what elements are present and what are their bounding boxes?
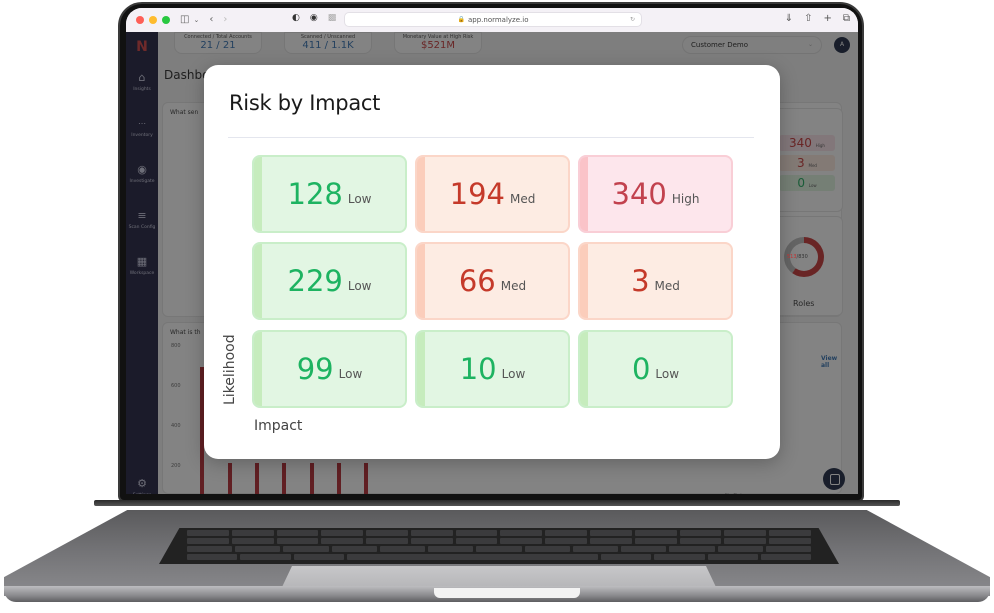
laptop-base: [4, 500, 990, 602]
chevron-down-icon[interactable]: ⌄: [193, 16, 199, 24]
privacy-icon[interactable]: ◉: [310, 14, 318, 23]
laptop-screen: ◫ ⌄ ‹ › ◐ ◉ ▩ 🔒 app.normalyze.io ↻ ⇓ ⇧ +…: [126, 8, 858, 494]
shield-icon[interactable]: ◐: [292, 14, 300, 23]
donut-value: 513/830: [787, 254, 808, 260]
risk-cell[interactable]: 340 High: [578, 155, 733, 233]
new-tab-icon[interactable]: +: [823, 14, 831, 24]
modal-title: Risk by Impact: [229, 91, 381, 115]
laptop-mockup: ◫ ⌄ ‹ › ◐ ◉ ▩ 🔒 app.normalyze.io ↻ ⇓ ⇧ +…: [0, 0, 994, 613]
risk-by-impact-modal: Risk by Impact 128 Low 194 Med 340 High 229…: [204, 65, 780, 459]
risk-cell[interactable]: 10 Low: [415, 330, 570, 408]
x-axis-label: Impact: [254, 418, 303, 434]
share-icon[interactable]: ⇧: [804, 14, 812, 24]
risk-cell[interactable]: 0 Low: [578, 330, 733, 408]
laptop-deck: [4, 510, 990, 596]
risk-cell[interactable]: 128 Low: [252, 155, 407, 233]
risk-cell[interactable]: 66 Med: [415, 242, 570, 320]
download-icon[interactable]: ⇓: [785, 14, 793, 24]
lid-notch: [434, 588, 580, 598]
risk-cell[interactable]: 194 Med: [415, 155, 570, 233]
browser-toolbar: ◫ ⌄ ‹ › ◐ ◉ ▩ 🔒 app.normalyze.io ↻ ⇓ ⇧ +…: [126, 8, 858, 32]
url-text: app.normalyze.io: [467, 15, 529, 24]
y-axis-label: Likelihood: [222, 334, 238, 405]
divider: [228, 137, 754, 138]
keyboard: [159, 528, 839, 564]
sidebar-icon[interactable]: ◫: [180, 15, 189, 25]
risk-cell[interactable]: 99 Low: [252, 330, 407, 408]
tabs-icon[interactable]: ⧉: [843, 14, 850, 24]
reader-icon[interactable]: ▩: [328, 14, 337, 23]
address-bar[interactable]: 🔒 app.normalyze.io ↻: [344, 12, 642, 27]
reload-icon[interactable]: ↻: [630, 16, 635, 23]
lock-icon: 🔒: [457, 16, 465, 23]
forward-icon[interactable]: ›: [223, 15, 227, 25]
risk-matrix: 128 Low 194 Med 340 High 229 Low 66 Med 3 Med: [252, 155, 734, 409]
risk-cell[interactable]: 3 Med: [578, 242, 733, 320]
window-controls: [136, 16, 170, 24]
hinge: [94, 500, 900, 506]
risk-cell[interactable]: 229 Low: [252, 242, 407, 320]
back-icon[interactable]: ‹: [209, 15, 213, 25]
close-window-button[interactable]: [136, 16, 144, 24]
maximize-window-button[interactable]: [162, 16, 170, 24]
minimize-window-button[interactable]: [149, 16, 157, 24]
